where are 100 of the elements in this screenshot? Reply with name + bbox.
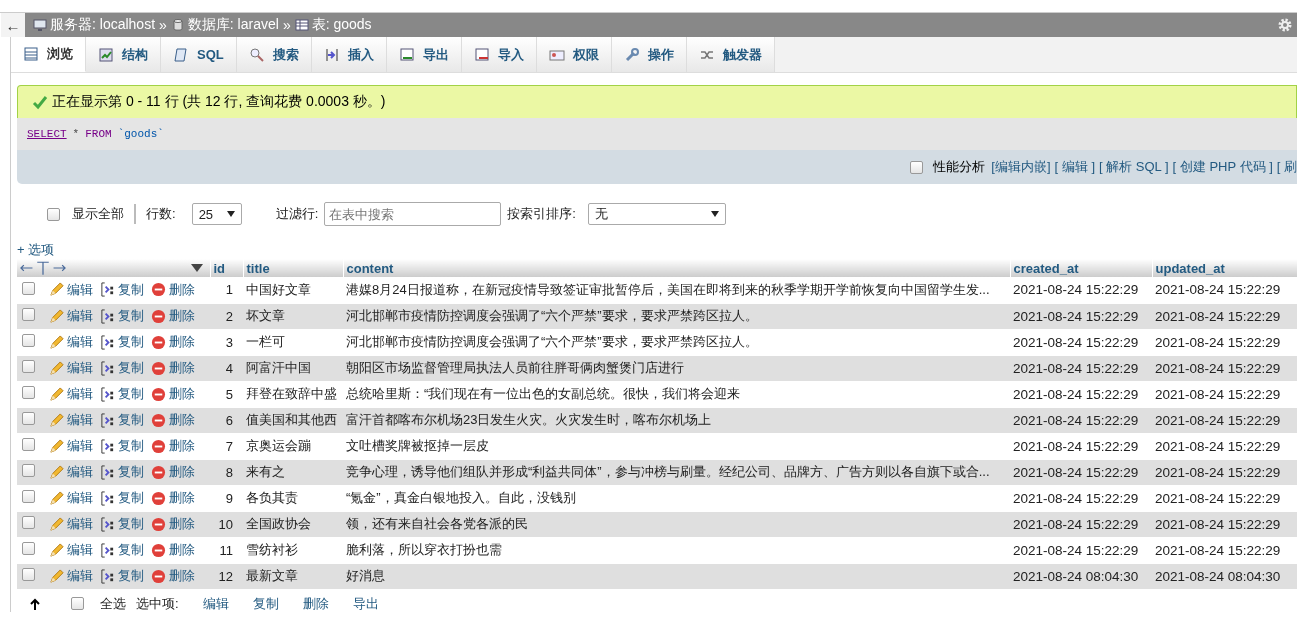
row-checkbox[interactable] (21, 568, 35, 581)
tab[interactable]: 插入 (311, 37, 387, 72)
delete-link[interactable]: 删除 (169, 333, 195, 351)
dropdown-icon[interactable] (190, 264, 203, 272)
copy-link[interactable]: 复制 (118, 385, 144, 403)
row-checkbox[interactable] (21, 334, 35, 347)
bulk-action-link[interactable]: 删除 (302, 594, 329, 613)
delete-link[interactable]: 删除 (169, 280, 195, 299)
edit-link[interactable]: 编辑 (67, 385, 93, 403)
table-cell: 河北邯郸市疫情防控调度会强调了“六个严禁”要求，要求严禁跨区拉人。 (343, 303, 1010, 329)
query-link[interactable]: [ 刷 (1276, 158, 1297, 176)
tab[interactable]: 搜索 (236, 37, 312, 72)
row-checkbox[interactable] (21, 516, 35, 529)
row-checkbox[interactable] (21, 438, 35, 451)
edit-link[interactable]: 编辑 (67, 463, 93, 481)
delete-link[interactable]: 删除 (169, 463, 195, 481)
bulk-action-link[interactable]: 复制 (252, 594, 279, 613)
delete-link[interactable]: 删除 (169, 359, 195, 377)
delete-link[interactable]: 删除 (169, 515, 195, 533)
bulk-action-link[interactable]: 编辑 (202, 594, 229, 613)
edit-link[interactable]: 编辑 (67, 437, 93, 455)
breadcrumb-link[interactable]: 服务器: localhost (50, 16, 156, 34)
options-link[interactable]: + 选项 (17, 241, 55, 259)
column-header[interactable]: content (343, 259, 1010, 277)
column-header[interactable]: created_at (1010, 259, 1152, 277)
pencil-icon (49, 490, 64, 506)
copy-link[interactable]: 复制 (118, 515, 144, 533)
tab[interactable]: 导出 (386, 37, 462, 72)
copy-link[interactable]: 复制 (118, 541, 144, 559)
row-checkbox[interactable] (21, 386, 35, 399)
table-cell: 3 (210, 329, 243, 355)
checkbox[interactable] (47, 207, 60, 221)
checkbox[interactable] (910, 160, 924, 174)
tab[interactable]: 浏览 (11, 37, 86, 72)
copy-link[interactable]: 复制 (118, 280, 144, 299)
edit-link[interactable]: 编辑 (67, 411, 93, 429)
query-link[interactable]: [ 解析 SQL ] (1099, 158, 1169, 176)
table-cell: 2021-08-24 15:22:29 (1152, 511, 1297, 537)
table-cell: 2021-08-24 15:22:29 (1010, 433, 1152, 459)
edit-link[interactable]: 编辑 (67, 280, 93, 299)
delete-link[interactable]: 删除 (169, 411, 195, 429)
column-header[interactable]: updated_at (1152, 259, 1297, 277)
tab[interactable]: 结构 (86, 37, 161, 72)
table-cell: 全国政协会 (243, 511, 343, 537)
bulk-action-link[interactable]: 导出 (352, 594, 379, 613)
pencil-icon (49, 464, 64, 480)
edit-link[interactable]: 编辑 (67, 541, 93, 559)
column-header[interactable]: id (210, 259, 243, 277)
sort-select[interactable]: 无 (587, 203, 726, 225)
edit-link[interactable]: 编辑 (67, 515, 93, 533)
select-all-label: 全选 (100, 594, 126, 613)
row-checkbox[interactable] (21, 490, 35, 503)
tab[interactable]: 导入 (461, 37, 537, 72)
row-checkbox[interactable] (21, 308, 35, 321)
column-header[interactable]: title (243, 259, 343, 277)
checkbox[interactable] (71, 597, 84, 610)
row-checkbox[interactable] (21, 360, 35, 373)
copy-link[interactable]: 复制 (118, 437, 144, 455)
delete-link[interactable]: 删除 (169, 385, 195, 403)
delete-link[interactable]: 删除 (169, 307, 195, 325)
row-checkbox[interactable] (21, 281, 35, 295)
copy-link[interactable]: 复制 (118, 307, 144, 325)
column-resize-icon[interactable] (20, 260, 66, 276)
copy-link[interactable]: 复制 (118, 489, 144, 507)
tab[interactable]: SQL (161, 37, 237, 72)
edit-link[interactable]: 编辑 (67, 567, 93, 585)
copy-link[interactable]: 复制 (118, 333, 144, 351)
settings-icon[interactable] (1277, 17, 1293, 33)
breadcrumb-link[interactable]: 表: goods (311, 16, 372, 34)
copy-link[interactable]: 复制 (118, 359, 144, 377)
sql-keyword[interactable]: SELECT (27, 128, 67, 140)
delete-link[interactable]: 删除 (169, 437, 195, 455)
sql-operator: * (72, 128, 80, 140)
tab[interactable]: 触发器 (686, 37, 775, 72)
back-button[interactable]: ← (1, 13, 25, 37)
copy-link[interactable]: 复制 (118, 567, 144, 585)
delete-link[interactable]: 删除 (169, 541, 195, 559)
pencil-icon (49, 568, 64, 584)
edit-link[interactable]: 编辑 (67, 489, 93, 507)
tab[interactable]: 权限 (536, 37, 612, 72)
breadcrumb-link[interactable]: 数据库: laravel (187, 16, 279, 34)
row-checkbox[interactable] (21, 464, 35, 477)
edit-link[interactable]: 编辑 (67, 333, 93, 351)
rows-select[interactable]: 25 (191, 203, 242, 225)
query-link[interactable]: [ 编辑 ] (1054, 158, 1095, 176)
table-cell: 富汗首都喀布尔机场23日发生火灾。火灾发生时，喀布尔机场上 (343, 407, 1010, 433)
row-checkbox[interactable] (21, 542, 35, 555)
copy-link[interactable]: 复制 (118, 463, 144, 481)
delete-link[interactable]: 删除 (169, 489, 195, 507)
tab[interactable]: 操作 (611, 37, 687, 72)
edit-link[interactable]: 编辑 (67, 359, 93, 377)
delete-link[interactable]: 删除 (169, 567, 195, 585)
table-cell: 来有之 (243, 459, 343, 485)
query-link[interactable]: [ 创建 PHP 代码 ] (1172, 158, 1273, 176)
edit-link[interactable]: 编辑 (67, 307, 93, 325)
table-cell: 2021-08-24 15:22:29 (1010, 303, 1152, 329)
row-checkbox[interactable] (21, 412, 35, 425)
copy-link[interactable]: 复制 (118, 411, 144, 429)
query-link[interactable]: [编辑内嵌] (991, 158, 1051, 176)
filter-field[interactable]: 在表中搜索 (324, 202, 502, 226)
